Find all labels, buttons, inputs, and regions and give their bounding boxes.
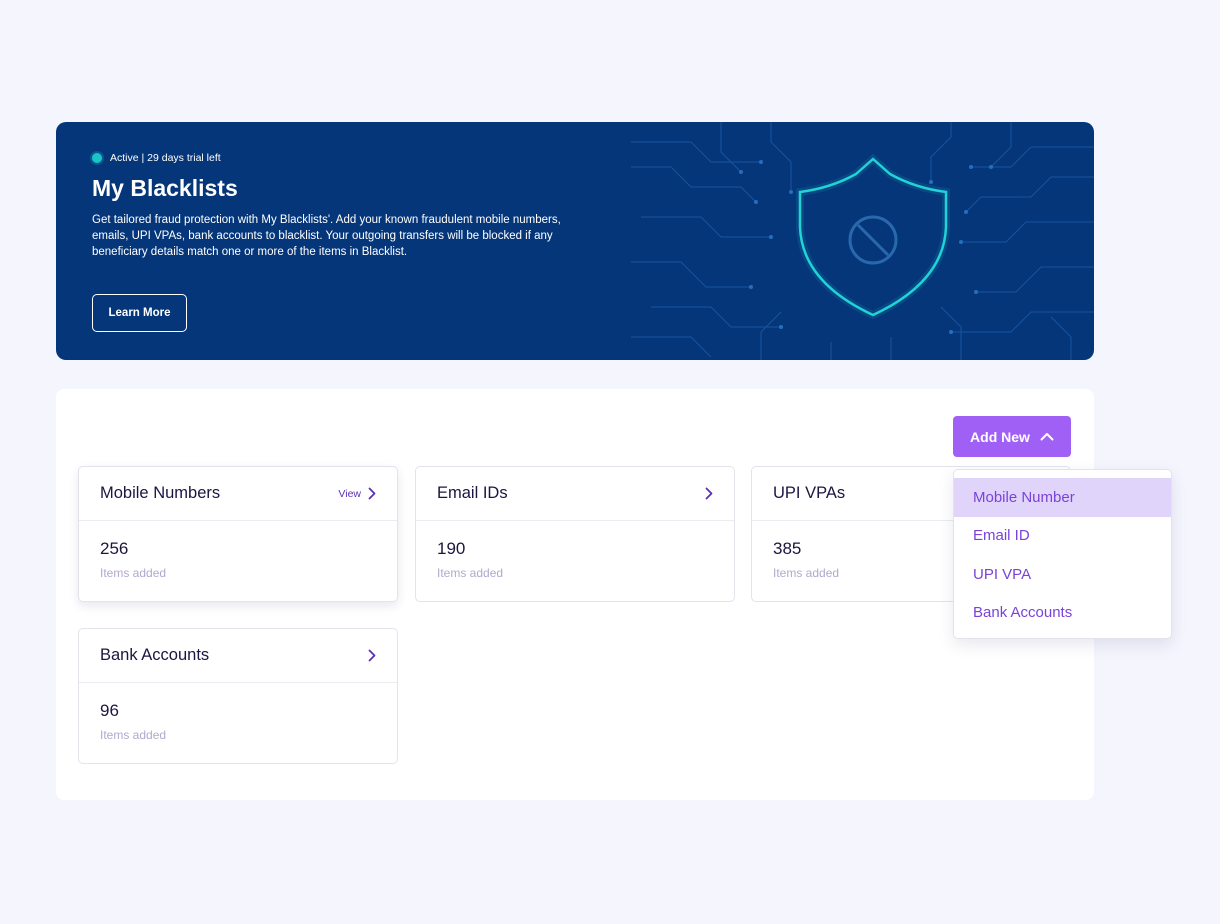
card-header: Mobile Numbers View — [79, 467, 397, 521]
learn-more-button[interactable]: Learn More — [92, 294, 187, 332]
card-count: 256 — [100, 539, 129, 558]
card-header: Email IDs — [416, 467, 734, 521]
chevron-right-icon[interactable] — [705, 487, 713, 500]
page-title: My Blacklists — [92, 175, 238, 201]
card-title: UPI VPAs — [773, 484, 846, 502]
add-new-button[interactable]: Add New — [953, 416, 1071, 457]
dropdown-item-mobile-number[interactable]: Mobile Number — [954, 478, 1171, 517]
page: Active | 29 days trial left My Blacklist… — [0, 0, 1220, 924]
shield-block-icon — [631, 122, 1094, 360]
blacklist-banner: Active | 29 days trial left My Blacklist… — [56, 122, 1094, 360]
add-new-dropdown: Mobile Number Email ID UPI VPA Bank Acco… — [953, 469, 1172, 639]
card-count: 96 — [100, 701, 119, 720]
chevron-right-icon[interactable] — [368, 649, 376, 662]
dropdown-item-upi-vpa[interactable]: UPI VPA — [954, 555, 1171, 594]
card-title: Mobile Numbers — [100, 484, 221, 502]
status-dot-icon — [92, 153, 102, 163]
card-count: 385 — [773, 539, 802, 558]
status-row: Active | 29 days trial left — [92, 152, 221, 164]
card-mobile-numbers[interactable]: Mobile Numbers View 256 Items added — [78, 466, 398, 602]
card-subtitle: Items added — [437, 566, 504, 580]
add-new-label: Add New — [970, 428, 1030, 445]
chevron-up-icon — [1040, 433, 1054, 441]
view-link[interactable]: View — [338, 487, 376, 500]
view-link-label: View — [338, 487, 361, 500]
card-subtitle: Items added — [773, 566, 840, 580]
card-title: Email IDs — [437, 484, 508, 502]
card-title: Bank Accounts — [100, 646, 210, 664]
card-bank-accounts[interactable]: Bank Accounts 96 Items added — [78, 628, 398, 764]
status-text: Active | 29 days trial left — [110, 152, 221, 164]
blacklist-panel: Add New Mobile Numbers View 256 Items ad… — [56, 389, 1094, 800]
card-count: 190 — [437, 539, 466, 558]
chevron-right-icon — [368, 487, 376, 500]
banner-description: Get tailored fraud protection with My Bl… — [92, 214, 561, 259]
dropdown-item-email-id[interactable]: Email ID — [954, 517, 1171, 556]
card-email-ids[interactable]: Email IDs 190 Items added — [415, 466, 735, 602]
dropdown-item-bank-accounts[interactable]: Bank Accounts — [954, 594, 1171, 633]
card-subtitle: Items added — [100, 728, 167, 742]
card-subtitle: Items added — [100, 566, 167, 580]
card-header: Bank Accounts — [79, 629, 397, 683]
